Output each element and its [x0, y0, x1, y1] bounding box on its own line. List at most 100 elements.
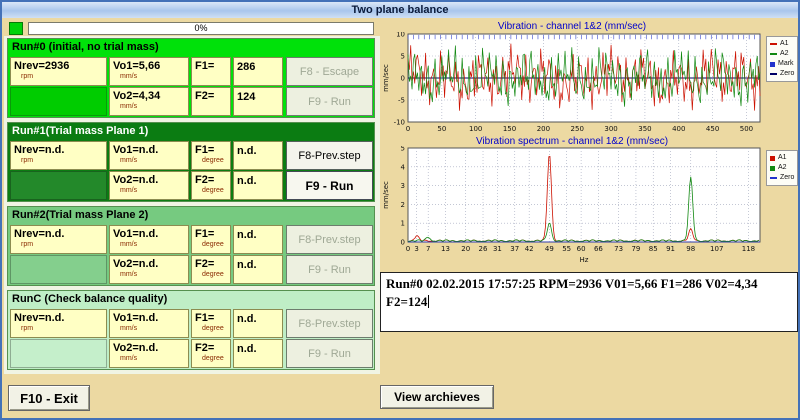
run0-empty-cell — [10, 87, 107, 116]
run2-title: Run#2(Trial mass Plane 2) — [12, 209, 149, 221]
cell-value: F2= — [195, 174, 215, 186]
legend-label: Mark — [778, 60, 794, 67]
svg-text:10: 10 — [396, 32, 405, 39]
svg-text:79: 79 — [631, 245, 640, 253]
run1-f8-prev-step-button[interactable]: F8-Prev.step — [286, 141, 373, 170]
run0-f9-run-button[interactable]: F9 - Run — [286, 87, 373, 116]
run1-f9-run-button[interactable]: F9 - Run — [286, 171, 373, 200]
run2-f1-label-cell: F1= degree — [191, 225, 231, 254]
cell-value: F2= — [195, 258, 215, 270]
legend-label: A2 — [778, 164, 787, 171]
run0-vo1-cell: Vo1=5,66 mm/s — [109, 57, 189, 86]
legend-item-a2: A2 — [770, 49, 794, 59]
cell-unit: rpm — [21, 73, 34, 80]
cell-unit: rpm — [21, 325, 34, 332]
run1-nrev-cell: Nrev=n.d. rpm — [10, 141, 107, 170]
run1-f2-label-cell: F2= degree — [191, 171, 231, 200]
a2-marker-icon — [770, 53, 777, 55]
runc-f1-label-cell: F1= degree — [191, 309, 231, 338]
cell-unit: mm/s — [120, 187, 138, 194]
svg-text:60: 60 — [577, 245, 586, 253]
legend-item-a1: A1 — [770, 153, 794, 163]
runc-title: RunC (Check balance quality) — [12, 293, 168, 305]
svg-text:3: 3 — [401, 182, 405, 190]
waveform-chart-title: Vibration - channel 1&2 (mm/sec) — [497, 21, 647, 32]
cell-value: F1= — [195, 312, 215, 324]
waveform-legend: A1 A2 Mark Zero — [766, 36, 798, 82]
svg-text:mm/sec: mm/sec — [382, 181, 390, 209]
svg-text:42: 42 — [525, 245, 534, 253]
cell-unit: mm/s — [120, 241, 138, 248]
svg-text:50: 50 — [437, 125, 446, 133]
run2-vo2-cell: Vo2=n.d. mm/s — [109, 255, 189, 284]
legend-item-a1: A1 — [770, 39, 794, 49]
cell-value: n.d. — [237, 145, 257, 157]
cell-unit: mm/s — [120, 325, 138, 332]
svg-text:2: 2 — [401, 201, 405, 209]
run1-vo1-cell: Vo1=n.d. mm/s — [109, 141, 189, 170]
run0-f8-escape-button[interactable]: F8 - Escape — [286, 57, 373, 86]
run2-f9-run-button[interactable]: F9 - Run — [286, 255, 373, 284]
svg-text:250: 250 — [571, 125, 584, 133]
f10-exit-button[interactable]: F10 - Exit — [8, 385, 90, 411]
cell-value: Vo2=n.d. — [113, 342, 159, 354]
cell-value: n.d. — [237, 313, 257, 325]
cell-unit: mm/s — [120, 73, 138, 80]
svg-text:100: 100 — [469, 125, 482, 133]
runc-f9-run-button[interactable]: F9 - Run — [286, 339, 373, 368]
run2-f1-value-cell: n.d. — [233, 225, 283, 254]
status-led-icon — [9, 22, 23, 35]
run1-vo2-cell: Vo2=n.d. mm/s — [109, 171, 189, 200]
run1-title: Run#1(Trial mass Plane 1) — [12, 125, 149, 137]
run1-panel: Run#1(Trial mass Plane 1) Nrev=n.d. rpm … — [7, 122, 375, 202]
svg-text:55: 55 — [562, 245, 571, 253]
runc-vo2-cell: Vo2=n.d. mm/s — [109, 339, 189, 368]
run0-nrev-cell: Nrev=2936 rpm — [10, 57, 107, 86]
svg-text:-5: -5 — [398, 97, 405, 105]
cell-unit: degree — [202, 157, 224, 164]
run2-f8-prev-step-button[interactable]: F8-Prev.step — [286, 225, 373, 254]
svg-text:5: 5 — [401, 146, 405, 153]
cell-value: F1= — [195, 144, 215, 156]
cell-value: Vo1=n.d. — [113, 312, 159, 324]
cell-unit: degree — [202, 325, 224, 332]
zero-marker-icon — [770, 73, 777, 75]
title-bar[interactable]: Two plane balance — [2, 2, 798, 18]
runc-f2-label-cell: F2= degree — [191, 339, 231, 368]
legend-item-mark: Mark — [770, 59, 794, 69]
run2-nrev-cell: Nrev=n.d. rpm — [10, 225, 107, 254]
svg-text:73: 73 — [614, 245, 623, 253]
cell-value: n.d. — [237, 343, 257, 355]
text-caret — [428, 295, 430, 308]
cell-unit: rpm — [21, 241, 34, 248]
svg-text:0: 0 — [406, 125, 410, 133]
run2-vo1-cell: Vo1=n.d. mm/s — [109, 225, 189, 254]
cell-value: Nrev=n.d. — [14, 144, 65, 156]
spectrum-chart: 0123450 3 7 13 20 26 31 37 42 49 55 60 66 73 79 85 91 98 1… — [382, 146, 761, 264]
cell-unit: degree — [202, 241, 224, 248]
app-window: Two plane balance 0% Run#0 (initial, no … — [0, 0, 800, 420]
cell-value: 286 — [237, 61, 256, 73]
svg-text:49: 49 — [545, 245, 554, 253]
run2-f2-label-cell: F2= degree — [191, 255, 231, 284]
view-archives-button[interactable]: View archieves — [380, 385, 494, 409]
svg-text:107: 107 — [710, 245, 723, 253]
cell-value: F1= — [195, 228, 215, 240]
svg-text:66: 66 — [594, 245, 603, 253]
cell-unit: degree — [202, 271, 224, 278]
run0-f1-label-cell: F1= — [191, 57, 231, 86]
cell-unit: mm/s — [120, 271, 138, 278]
runc-f8-prev-step-button[interactable]: F8-Prev.step — [286, 309, 373, 338]
svg-text:0: 0 — [401, 75, 405, 83]
svg-text:0: 0 — [401, 239, 405, 247]
a2-marker-icon — [770, 165, 775, 171]
mark-marker-icon — [770, 61, 775, 67]
svg-text:350: 350 — [638, 125, 651, 133]
svg-text:300: 300 — [604, 125, 617, 133]
cell-value: 124 — [237, 91, 256, 103]
progress-label: 0% — [194, 23, 208, 33]
waveform-chart: -10-505100 50 100 150 200 250 300 350 400 450 500m… — [382, 32, 761, 133]
result-log-textbox[interactable]: Run#0 02.02.2015 17:57:25 RPM=2936 V01=5… — [380, 272, 798, 332]
zero-marker-icon — [770, 177, 777, 179]
svg-text:85: 85 — [649, 245, 658, 253]
